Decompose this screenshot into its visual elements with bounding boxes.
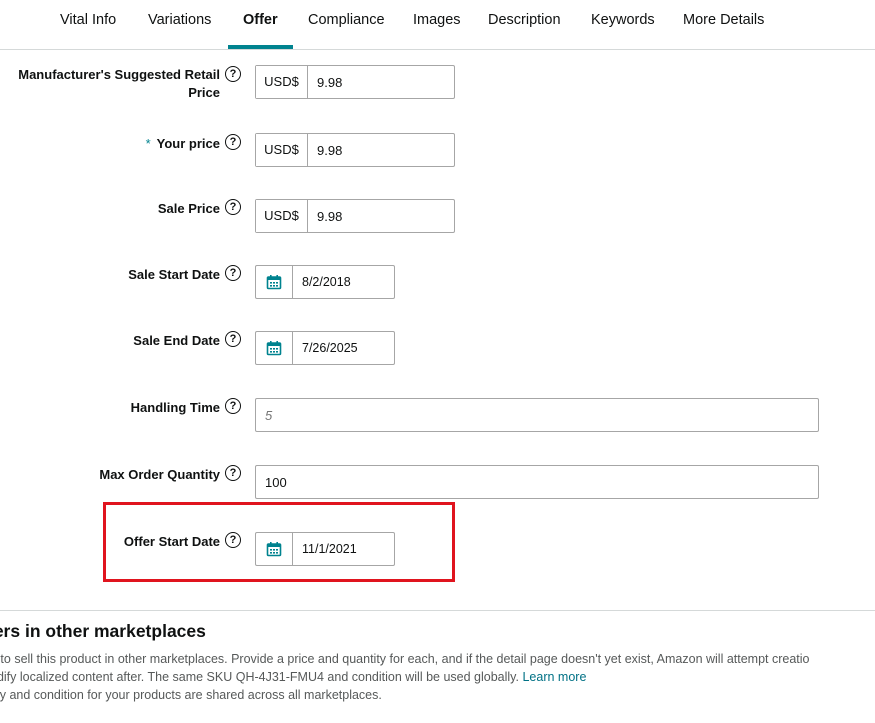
your-price-field: USD$: [255, 133, 455, 167]
sale-price-label: Sale Price: [157, 201, 220, 216]
question-circle-icon[interactable]: ?: [225, 265, 241, 281]
tab-variations[interactable]: Variations: [148, 0, 211, 47]
max-order-quantity-label: Max Order Quantity: [99, 467, 220, 482]
marketplaces-description-line-2: odify localized content after. The same …: [0, 668, 586, 686]
active-tab-indicator: [228, 45, 293, 49]
learn-more-link[interactable]: Learn more: [522, 670, 586, 684]
tab-keywords[interactable]: Keywords: [591, 0, 655, 47]
calendar-icon[interactable]: [256, 266, 293, 298]
handling-time-field: [255, 398, 819, 432]
offer-start-date-field: [255, 532, 395, 566]
currency-prefix: USD$: [256, 200, 308, 232]
your-price-label-text: Your price: [156, 136, 220, 151]
question-circle-icon[interactable]: ?: [225, 331, 241, 347]
question-circle-icon[interactable]: ?: [225, 66, 241, 82]
your-price-label: * Your price: [146, 135, 220, 153]
sale-start-date-label: Sale Start Date: [128, 267, 220, 282]
sale-end-date-field: [255, 331, 395, 365]
sale-price-field: USD$: [255, 199, 455, 233]
sale-price-input[interactable]: [308, 200, 454, 232]
msrp-input[interactable]: [308, 66, 454, 98]
handling-time-input[interactable]: [256, 399, 818, 431]
tab-vital-info[interactable]: Vital Info: [60, 0, 116, 47]
currency-prefix: USD$: [256, 134, 308, 166]
tab-description[interactable]: Description: [488, 0, 561, 47]
msrp-field: USD$: [255, 65, 455, 99]
question-circle-icon[interactable]: ?: [225, 134, 241, 150]
question-circle-icon[interactable]: ?: [225, 532, 241, 548]
marketplaces-description-text: odify localized content after. The same …: [0, 670, 519, 684]
sale-end-date-label: Sale End Date: [133, 333, 220, 348]
your-price-input[interactable]: [308, 134, 454, 166]
required-marker: *: [145, 136, 151, 151]
tab-bar: Vital Info Variations Offer Compliance I…: [0, 0, 875, 50]
tab-more-details[interactable]: More Details: [683, 0, 764, 47]
question-circle-icon[interactable]: ?: [225, 398, 241, 414]
max-order-quantity-input[interactable]: [256, 466, 818, 498]
calendar-icon[interactable]: [256, 332, 293, 364]
offer-start-date-input[interactable]: [293, 533, 394, 565]
currency-prefix: USD$: [256, 66, 308, 98]
tab-images[interactable]: Images: [413, 0, 461, 47]
offer-start-date-label: Offer Start Date: [123, 534, 220, 549]
tab-compliance[interactable]: Compliance: [308, 0, 385, 47]
handling-time-label: Handling Time: [130, 400, 220, 415]
marketplaces-description-line-1: e to sell this product in other marketpl…: [0, 652, 810, 666]
msrp-label: Manufacturer's Suggested Retail Price: [18, 67, 220, 100]
marketplaces-heading: fers in other marketplaces: [0, 621, 206, 641]
section-divider: [0, 610, 875, 611]
sale-start-date-input[interactable]: [293, 266, 394, 298]
question-circle-icon[interactable]: ?: [225, 199, 241, 215]
tab-offer[interactable]: Offer: [243, 0, 278, 47]
calendar-icon[interactable]: [256, 533, 293, 565]
marketplaces-description-line-3: tity and condition for your products are…: [0, 688, 382, 702]
sale-end-date-input[interactable]: [293, 332, 394, 364]
max-order-quantity-field: [255, 465, 819, 499]
question-circle-icon[interactable]: ?: [225, 465, 241, 481]
sale-start-date-field: [255, 265, 395, 299]
